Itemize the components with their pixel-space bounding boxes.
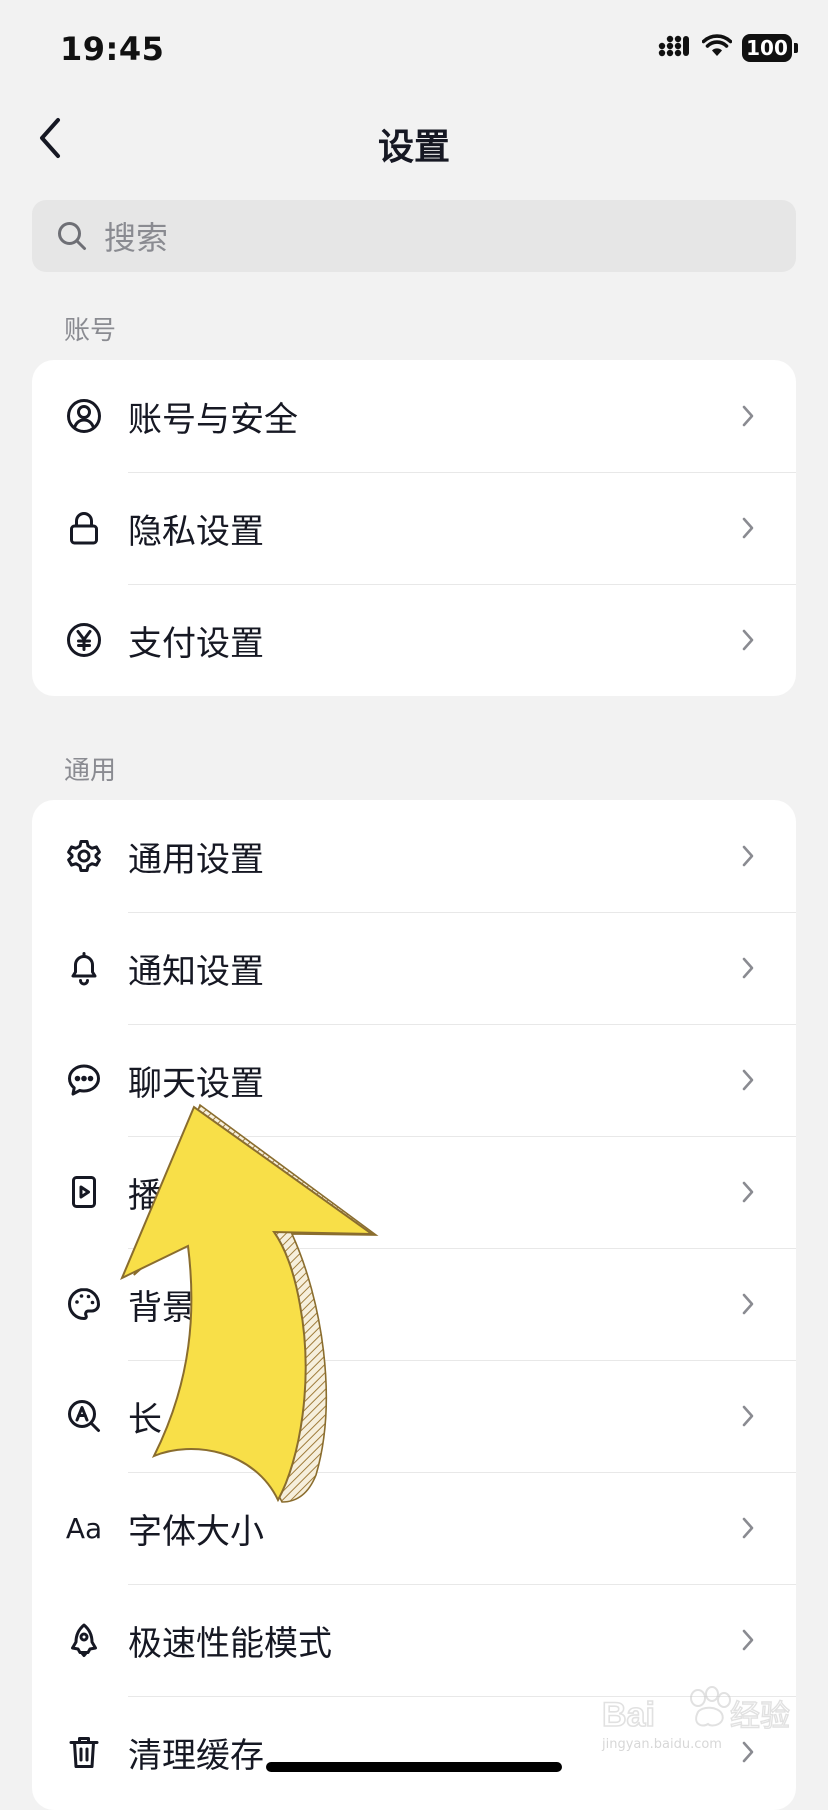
settings-item-font-size[interactable]: Aa 字体大小: [32, 1472, 796, 1584]
settings-item-payment[interactable]: 支付设置: [32, 584, 796, 696]
svg-text:经验: 经验: [730, 1699, 790, 1734]
settings-item-label: 支付设置: [128, 623, 264, 664]
font-aa-icon-text: Aa: [65, 1511, 103, 1545]
svg-text:Bai: Bai: [602, 1696, 655, 1734]
chat-bubble-icon: [64, 1060, 104, 1100]
trash-icon: [64, 1732, 104, 1772]
chevron-right-icon: [736, 1068, 760, 1092]
account-card: 账号与安全 隐私设置 支付设置: [32, 360, 796, 696]
status-icons: 100: [658, 34, 798, 62]
settings-item-label: 通知设置: [128, 951, 264, 992]
baidu-jingyan-watermark: Bai 经验 jingyan.baidu.com: [601, 1680, 792, 1752]
play-video-icon: [64, 1172, 104, 1212]
search-icon: [54, 218, 90, 254]
search-a-icon: [64, 1396, 104, 1436]
general-card: 通用设置 通知设置 聊天设置 播 背景 长 Aa 字体大小 极速性能模式 清理缓…: [32, 800, 796, 1810]
user-circle-icon: [64, 396, 104, 436]
home-indicator[interactable]: [266, 1762, 562, 1772]
chevron-right-icon: [736, 1404, 760, 1428]
section-label-account: 账号: [64, 316, 117, 346]
settings-item-label: 通用设置: [128, 839, 264, 880]
chevron-right-icon: [736, 1292, 760, 1316]
chevron-right-icon: [736, 956, 760, 980]
chevron-right-icon: [736, 1628, 760, 1652]
settings-item-background[interactable]: 背景: [32, 1248, 796, 1360]
settings-item-account-security[interactable]: 账号与安全: [32, 360, 796, 472]
page-title: 设置: [377, 127, 450, 168]
yen-circle-icon: [64, 620, 104, 660]
status-bar: 19:45 100: [0, 0, 828, 100]
settings-item-label: 背景: [128, 1287, 196, 1328]
settings-item-label: 账号与安全: [128, 399, 298, 440]
search-placeholder: 搜索: [104, 219, 169, 257]
chevron-right-icon: [736, 404, 760, 428]
settings-item-playback[interactable]: 播: [32, 1136, 796, 1248]
settings-item-label: 字体大小: [128, 1511, 264, 1552]
settings-item-label: 长: [128, 1399, 162, 1440]
settings-item-long[interactable]: 长: [32, 1360, 796, 1472]
settings-item-general[interactable]: 通用设置: [32, 800, 796, 912]
watermark-caption: jingyan.baidu.com: [602, 1737, 722, 1752]
chevron-right-icon: [736, 628, 760, 652]
section-label-general: 通用: [64, 756, 117, 786]
wifi-icon: [701, 34, 733, 62]
settings-item-label: 聊天设置: [128, 1063, 264, 1104]
rocket-icon: [64, 1620, 104, 1660]
chevron-right-icon: [736, 1180, 760, 1204]
search-input[interactable]: 搜索: [32, 200, 796, 272]
settings-item-chat[interactable]: 聊天设置: [32, 1024, 796, 1136]
chevron-right-icon: [736, 844, 760, 868]
settings-item-label: 播: [128, 1175, 162, 1216]
settings-item-label: 隐私设置: [128, 511, 264, 552]
bell-icon: [64, 948, 104, 988]
status-time: 19:45: [60, 30, 165, 68]
navigation-bar: 设置: [0, 100, 828, 180]
chevron-right-icon: [736, 516, 760, 540]
settings-item-notifications[interactable]: 通知设置: [32, 912, 796, 1024]
lock-icon: [64, 508, 104, 548]
settings-item-privacy[interactable]: 隐私设置: [32, 472, 796, 584]
chevron-right-icon: [736, 1516, 760, 1540]
font-aa-icon: Aa: [64, 1508, 104, 1548]
settings-item-label: 极速性能模式: [128, 1623, 332, 1664]
gear-icon: [64, 836, 104, 876]
palette-icon: [64, 1284, 104, 1324]
battery-icon: 100: [742, 34, 798, 62]
cellular-signal-icon: [658, 34, 692, 62]
